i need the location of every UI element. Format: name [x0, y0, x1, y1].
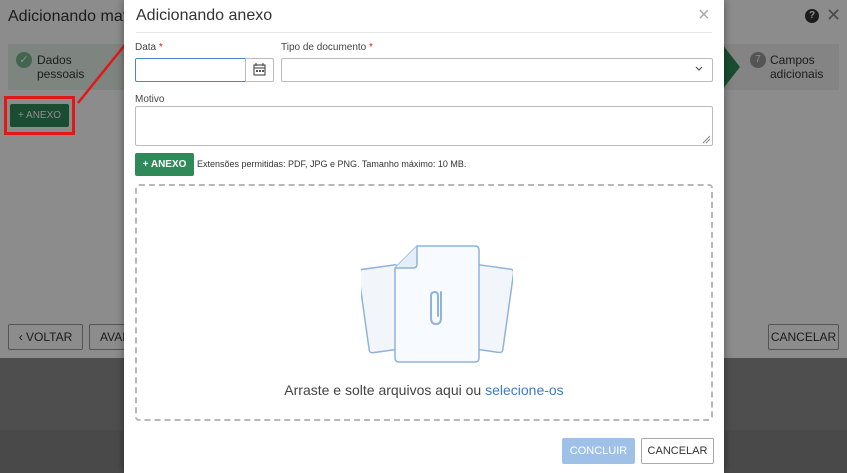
file-dropzone[interactable]: Arraste e solte arquivos aqui ou selecio…	[135, 184, 713, 421]
extensions-hint: Extensões permitidas: PDF, JPG e PNG. Ta…	[197, 159, 467, 169]
dropzone-text: Arraste e solte arquivos aqui ou selecio…	[137, 382, 711, 398]
doc-type-label-text: Tipo de documento	[281, 42, 367, 53]
anexo-button[interactable]: + ANEXO	[135, 153, 194, 176]
resize-handle-icon[interactable]	[701, 134, 711, 144]
dropzone-instruction: Arraste e solte arquivos aqui ou	[284, 382, 486, 398]
modal-divider	[136, 32, 712, 33]
modal-close-icon[interactable]: ×	[698, 4, 710, 27]
modal-title: Adicionando anexo	[136, 7, 273, 24]
doc-type-select[interactable]	[281, 58, 713, 82]
date-label: Data *	[135, 42, 163, 53]
chevron-down-icon	[695, 66, 703, 71]
select-files-link[interactable]: selecione-os	[485, 382, 564, 398]
doc-type-label: Tipo de documento *	[281, 42, 373, 53]
calendar-icon	[253, 63, 266, 76]
date-input[interactable]	[135, 58, 246, 82]
motivo-label: Motivo	[135, 94, 165, 105]
motivo-textarea[interactable]	[135, 106, 713, 146]
cancelar-button[interactable]: CANCELAR	[641, 438, 714, 464]
date-required-mark: *	[158, 42, 163, 53]
doc-type-required-mark: *	[369, 42, 373, 53]
concluir-button[interactable]: CONCLUIR	[562, 438, 635, 464]
add-attachment-modal: Adicionando anexo × Data * Tipo de docum…	[124, 0, 724, 473]
date-label-text: Data	[135, 42, 157, 53]
file-document-icon	[361, 245, 513, 363]
calendar-button[interactable]	[245, 58, 274, 82]
